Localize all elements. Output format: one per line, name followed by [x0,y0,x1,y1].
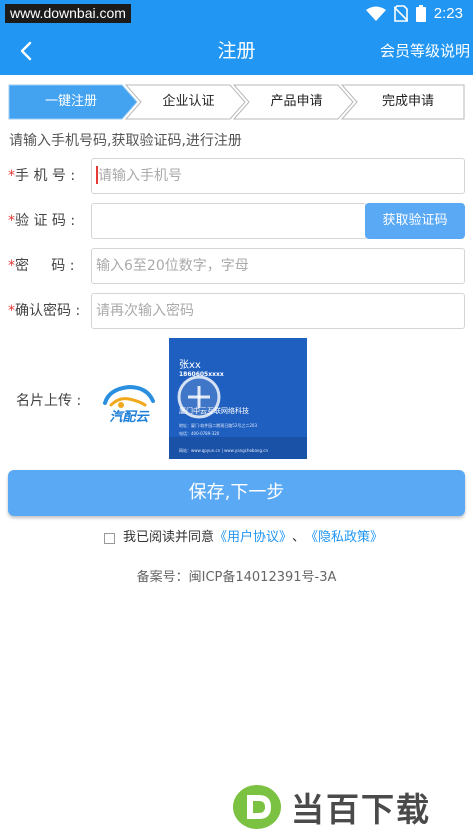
member-level-link[interactable]: 会员等级说明 [380,27,470,75]
agreement-row: 我已阅读并同意 《用户协议》 、 《隐私政策》 [104,528,383,548]
agreement-text: 我已阅读并同意 [123,530,215,545]
step-indicator: 一键注册 企业认证 产品申请 完成申请 [8,84,465,120]
card-upload-label: 名片上传 : [16,393,82,409]
step-3-label: 产品申请 [270,94,323,109]
no-sim-icon [393,5,408,22]
status-bar: www.downbai.com 2:23 [0,0,473,27]
password-row: *密 码 : 输入6至20位数字，字母 [0,248,473,284]
wifi-icon [365,6,386,21]
password-label-text: 密 码 : [15,258,75,274]
clock: 2:23 [433,5,463,22]
privacy-policy-link[interactable]: 《隐私政策》 [305,528,383,548]
required-mark: * [8,303,15,319]
password-input[interactable]: 输入6至20位数字，字母 [91,248,465,284]
required-mark: * [8,258,15,274]
code-row: *验 证 码 : 获取验证码 [0,203,473,239]
agree-checkbox[interactable] [104,532,115,544]
code-label: *验 证 码 : [8,203,75,239]
confirm-password-input[interactable]: 请再次输入密码 [91,293,465,329]
step-1-label: 一键注册 [44,94,97,109]
status-icons: 2:23 [365,3,463,24]
code-label-text: 验 证 码 : [15,213,76,229]
add-photo-icon[interactable] [176,374,222,420]
password-placeholder: 输入6至20位数字，字母 [96,258,249,274]
d-logo-icon [233,785,281,829]
confirm-label: *确认密码 : [8,293,80,329]
required-mark: * [8,213,15,229]
phone-label-text: 手 机 号 : [15,168,76,184]
text-cursor [96,166,98,184]
required-mark: * [8,168,15,184]
phone-label: *手 机 号 : [8,158,75,194]
site-watermark: www.downbai.com [5,4,131,23]
logo-text: 汽配云 [109,409,150,425]
code-input[interactable] [91,203,367,239]
step-2-label: 企业认证 [162,94,215,109]
icp-record: 备案号：闽ICP备14012391号-3A [136,570,337,585]
register-hint: 请输入手机号码,获取验证码,进行注册 [9,133,242,149]
phone-input[interactable]: 请输入手机号 [91,158,465,194]
car-logo-icon: 汽配云 [103,384,155,425]
confirm-label-text: 确认密码 : [15,303,81,319]
battery-icon [415,5,426,22]
app-bar: 注册 会员等级说明 [0,27,473,75]
card-line: 网站：www.qpyun.cn | www.yangchebang.cn [179,448,269,453]
card-line: 地址：厦门·软件园二期观日路52号之二203 [179,423,257,428]
save-next-button[interactable]: 保存,下一步 [8,470,465,516]
confirm-row: *确认密码 : 请再次输入密码 [0,293,473,329]
phone-row: *手 机 号 : 请输入手机号 [0,158,473,194]
get-code-button[interactable]: 获取验证码 [365,203,465,239]
phone-placeholder: 请输入手机号 [98,168,182,184]
brand-logo: 汽配云 [99,375,159,435]
footer-watermark-text: 当百下载 [291,790,431,829]
agreement-separator: 、 [292,530,306,545]
confirm-placeholder: 请再次输入密码 [96,303,194,319]
user-agreement-link[interactable]: 《用户协议》 [214,528,292,548]
step-4-label: 完成申请 [381,94,434,109]
card-name: 张xx [179,360,201,371]
password-label: *密 码 : [8,248,74,284]
footer-watermark: 当百下载 [231,783,431,831]
